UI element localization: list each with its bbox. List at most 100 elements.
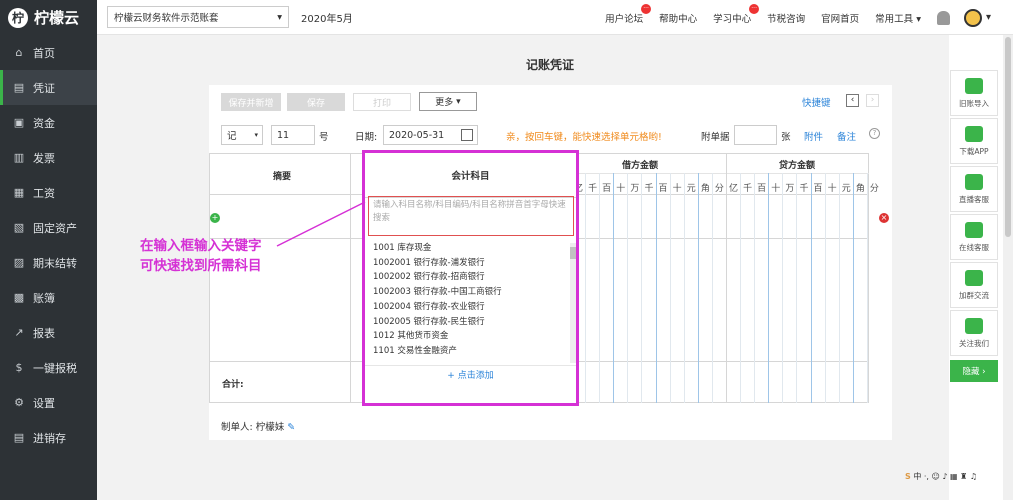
voucher-word-select[interactable]: 记 ▾ — [221, 125, 263, 145]
credit-digit-header: 元 — [841, 184, 851, 194]
digit-col-divider — [585, 173, 587, 403]
credit-digit-header: 千 — [743, 184, 753, 194]
ime-status: 中 ·, ☺ ♪ ▦ ♜ ♫ — [913, 472, 978, 481]
sidebar-item-invoice[interactable]: ▥ 发票 — [0, 140, 97, 175]
subject-option[interactable]: 1002001 银行存款-浦发银行 — [373, 256, 485, 268]
asset-icon: ▧ — [13, 221, 25, 234]
right-panel-live[interactable]: 直播客服 — [950, 166, 998, 212]
sidebar-item-closing[interactable]: ▨ 期末结转 — [0, 245, 97, 280]
subject-header: 会计科目 — [365, 153, 576, 198]
digit-col-divider — [768, 173, 770, 403]
digit-col-divider — [697, 173, 699, 403]
chevron-down-icon[interactable]: ▾ — [986, 12, 991, 23]
right-panel-service[interactable]: 在线客服 — [950, 214, 998, 260]
right-panel-label: 加群交流 — [959, 290, 989, 300]
add-row-icon[interactable]: + — [210, 213, 220, 223]
date-value: 2020-05-31 — [389, 129, 445, 141]
right-panel-phone[interactable]: 下载APP — [950, 118, 998, 164]
period-label: 2020年5月 — [301, 13, 353, 25]
prev-voucher-button[interactable]: ‹ — [846, 94, 859, 107]
attach-count-input[interactable] — [734, 125, 777, 145]
right-panel-import[interactable]: 旧账导入 — [950, 70, 998, 116]
hide-panel-button[interactable]: 隐藏 › — [950, 360, 998, 382]
subject-option[interactable]: 1101 交易性金融资产 — [373, 344, 457, 356]
edit-icon[interactable]: ✎ — [287, 422, 295, 433]
more-dropdown[interactable]: 更多 ▾ — [419, 92, 477, 111]
top-link-tools[interactable]: 常用工具 ▾ — [875, 11, 921, 25]
next-voucher-button[interactable]: › — [866, 94, 879, 107]
gear-icon: ⚙ — [14, 396, 24, 409]
top-link-home[interactable]: 官网首页 — [821, 11, 859, 25]
delete-row-icon[interactable]: × — [879, 213, 889, 223]
wechat-icon — [965, 317, 983, 334]
ime-logo-icon: S — [905, 472, 911, 481]
sidebar-item-report[interactable]: ↗ 报表 — [0, 315, 97, 350]
subject-search-input[interactable]: 请输入科目名称/科目编码/科目名称拼音首字母快速搜索 — [368, 196, 574, 236]
add-subject-link[interactable]: + 点击添加 — [365, 365, 576, 385]
attach-label: 附单据 — [701, 132, 730, 143]
notification-badge: ··· — [749, 3, 760, 14]
digit-col-divider — [599, 173, 601, 403]
shortcut-link[interactable]: 快捷键 — [802, 95, 831, 109]
subject-dropdown[interactable]: 会计科目 请输入科目名称/科目编码/科目名称拼音首字母快速搜索 1001 库存现… — [362, 150, 579, 406]
sidebar-item-asset[interactable]: ▧ 固定资产 — [0, 210, 97, 245]
right-panel-wechat[interactable]: 关注我们 — [950, 310, 998, 356]
sidebar-item-inventory[interactable]: ▤ 进销存 — [0, 420, 97, 455]
page-scrollbar[interactable] — [1003, 35, 1013, 500]
sidebar-item-home[interactable]: ⌂ 首页 — [0, 35, 97, 70]
brand-logo[interactable]: 柠 柠檬云 — [0, 0, 97, 35]
sidebar-item-label: 账簿 — [33, 291, 55, 305]
sidebar-item-label: 期末结转 — [33, 256, 77, 270]
top-link-help[interactable]: 帮助中心 — [659, 11, 697, 25]
sidebar-item-salary[interactable]: ▦ 工资 — [0, 175, 97, 210]
save-button[interactable]: 保存 — [287, 93, 345, 111]
credit-digit-header: 万 — [785, 184, 795, 194]
debit-digit-header: 万 — [630, 184, 640, 194]
ime-toolbar[interactable]: S 中 ·, ☺ ♪ ▦ ♜ ♫ — [905, 471, 977, 482]
digit-col-divider — [824, 173, 826, 403]
sidebar-item-ledger[interactable]: ▩ 账簿 — [0, 280, 97, 315]
debit-digit-header: 千 — [588, 184, 598, 194]
sidebar-item-voucher[interactable]: ▤ 凭证 — [0, 70, 97, 105]
voucher-number-input[interactable]: 11 — [271, 125, 315, 145]
bell-icon[interactable] — [936, 10, 950, 25]
help-icon[interactable]: ? — [869, 128, 880, 139]
subject-option[interactable]: 1002003 银行存款-中国工商银行 — [373, 285, 502, 297]
top-link-learn[interactable]: 学习中心 ··· — [713, 3, 760, 25]
date-input[interactable]: 2020-05-31 — [383, 125, 478, 145]
avatar[interactable] — [963, 8, 982, 27]
sidebar-item-tax[interactable]: $ 一键报税 — [0, 350, 97, 385]
maker-name: 柠檬妹 — [255, 422, 285, 433]
annotation-arrow — [276, 201, 366, 247]
subject-option[interactable]: 1002005 银行存款-民生银行 — [373, 315, 485, 327]
print-button[interactable]: 打印 — [353, 93, 411, 111]
sidebar-item-funds[interactable]: ▣ 资金 — [0, 105, 97, 140]
credit-digit-header: 百 — [813, 184, 823, 194]
right-panel-group[interactable]: 加群交流 — [950, 262, 998, 308]
sidebar-item-gear[interactable]: ⚙ 设置 — [0, 385, 97, 420]
brand-name: 柠檬云 — [34, 9, 80, 27]
sidebar: 柠 柠檬云 ⌂ 首页 ▤ 凭证 ▣ 资金 ▥ 发票 ▦ 工资 ▧ 固定资产 ▨ 期末结转 ▩ 账簿 ↗ 报表 $ 一键… — [0, 0, 97, 500]
digit-col-divider — [740, 173, 742, 403]
scroll-thumb[interactable] — [570, 247, 576, 259]
subject-option[interactable]: 1012 其他货币资金 — [373, 329, 448, 341]
scrollbar[interactable] — [570, 243, 576, 363]
funds-icon: ▣ — [13, 116, 25, 129]
credit-digit-header: 分 — [869, 184, 879, 194]
subject-option[interactable]: 1002002 银行存款-招商银行 — [373, 270, 485, 282]
right-panel-label: 在线客服 — [959, 242, 989, 252]
remark-link[interactable]: 备注 — [837, 129, 856, 143]
calendar-icon[interactable] — [461, 129, 473, 141]
subject-option[interactable]: 1002004 银行存款-农业银行 — [373, 300, 485, 312]
debit-digit-header: 角 — [700, 184, 710, 194]
scroll-thumb[interactable] — [1005, 37, 1011, 237]
top-link-tax[interactable]: 节税咨询 — [767, 11, 805, 25]
attachment-link[interactable]: 附件 — [804, 129, 823, 143]
subject-option[interactable]: 1001 库存现金 — [373, 241, 431, 253]
account-select[interactable]: 柠檬云财务软件示范账套 ▾ — [107, 6, 289, 28]
report-icon: ↗ — [14, 326, 24, 339]
digit-col-divider — [613, 173, 615, 403]
top-link-forum[interactable]: 用户论坛 ··· — [605, 3, 652, 25]
save-new-button[interactable]: 保存并新增 — [221, 93, 281, 111]
sidebar-item-label: 报表 — [33, 326, 55, 340]
